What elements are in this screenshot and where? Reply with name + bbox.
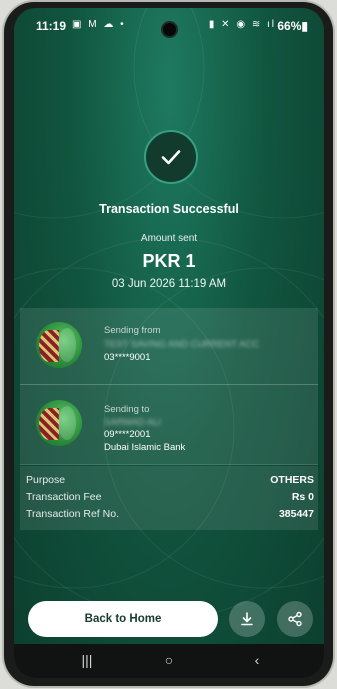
- transaction-status-title: Transaction Successful: [99, 202, 239, 216]
- system-icons: ▮ ✕ ◉ ≋ ıl: [208, 19, 276, 30]
- detail-value: OTHERS: [270, 474, 314, 486]
- back-to-home-button[interactable]: Back to Home: [28, 601, 218, 637]
- detail-label: Purpose: [26, 474, 66, 486]
- detail-row-purpose: Purpose OTHERS: [26, 474, 314, 490]
- detail-label: Transaction Ref No.: [26, 508, 119, 520]
- detail-row-ref: Transaction Ref No. 385447: [26, 508, 314, 524]
- amount-value: PKR 1: [142, 251, 196, 271]
- recipient-bank: Dubai Islamic Bank: [104, 442, 186, 453]
- success-check-icon: [144, 130, 198, 184]
- status-time: 11:19: [36, 19, 67, 33]
- download-button[interactable]: [229, 601, 265, 637]
- battery-indicator: 66%▮: [277, 19, 308, 33]
- recents-icon[interactable]: |||: [77, 652, 97, 670]
- recipient-name: SARMAD ALI: [104, 417, 162, 428]
- home-icon[interactable]: ○: [159, 652, 179, 670]
- detail-value: Rs 0: [291, 491, 314, 503]
- bank-logo-icon: [36, 322, 82, 368]
- panel-divider: [20, 384, 318, 385]
- sender-label: Sending from: [104, 325, 161, 336]
- phone-screen: 11:19 ▣ M ☁ • ▮ ✕ ◉ ≋ ıl 66%▮ Transactio…: [14, 8, 324, 678]
- detail-value: 385447: [278, 508, 314, 520]
- recipient-label: Sending to: [104, 404, 150, 415]
- detail-row-fee: Transaction Fee Rs 0: [26, 491, 314, 507]
- sender-account-number: 03****9001: [104, 352, 151, 363]
- detail-label: Transaction Fee: [26, 491, 102, 503]
- transaction-datetime: 03 Jun 2026 11:19 AM: [111, 278, 227, 290]
- share-button[interactable]: [277, 601, 313, 637]
- sender-name: TEST SAVING AND CURRENT ACC: [104, 339, 260, 350]
- amount-label: Amount sent: [140, 233, 198, 244]
- notification-icons: ▣ M ☁ •: [72, 19, 126, 30]
- bank-logo-icon: [36, 400, 82, 446]
- front-camera: [163, 23, 176, 36]
- share-icon: [288, 611, 302, 627]
- back-icon[interactable]: ‹: [247, 652, 267, 670]
- download-icon: [241, 612, 253, 626]
- recipient-account-number: 09****2001: [104, 429, 151, 440]
- panel-divider: [20, 464, 318, 465]
- system-nav-bar: ||| ○ ‹: [14, 644, 324, 678]
